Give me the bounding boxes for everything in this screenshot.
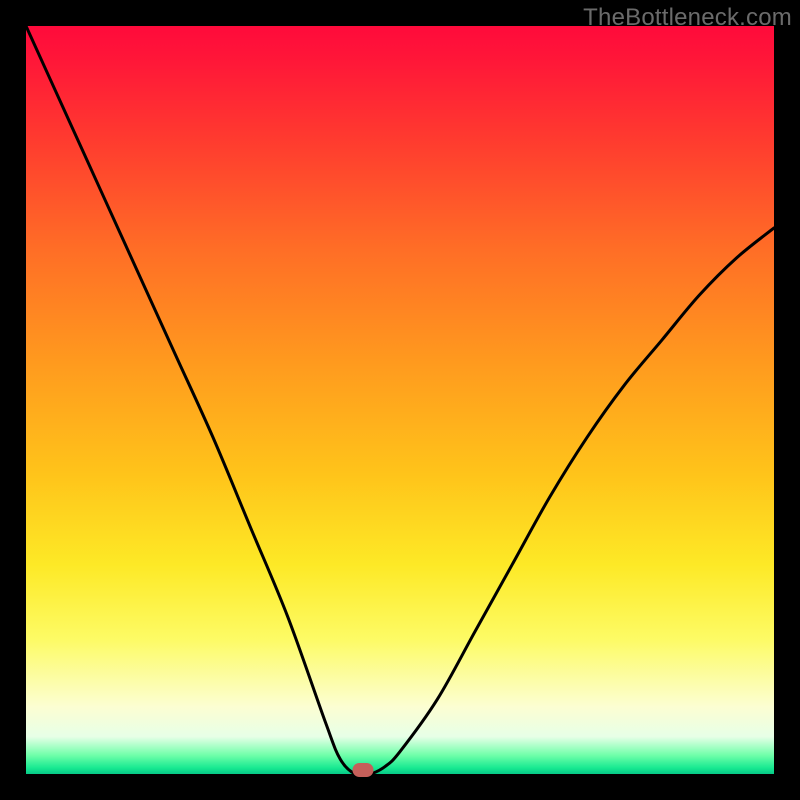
chart-frame: TheBottleneck.com	[0, 0, 800, 800]
bottleneck-curve	[26, 26, 774, 774]
plot-area	[26, 26, 774, 774]
optimal-marker	[352, 763, 373, 777]
